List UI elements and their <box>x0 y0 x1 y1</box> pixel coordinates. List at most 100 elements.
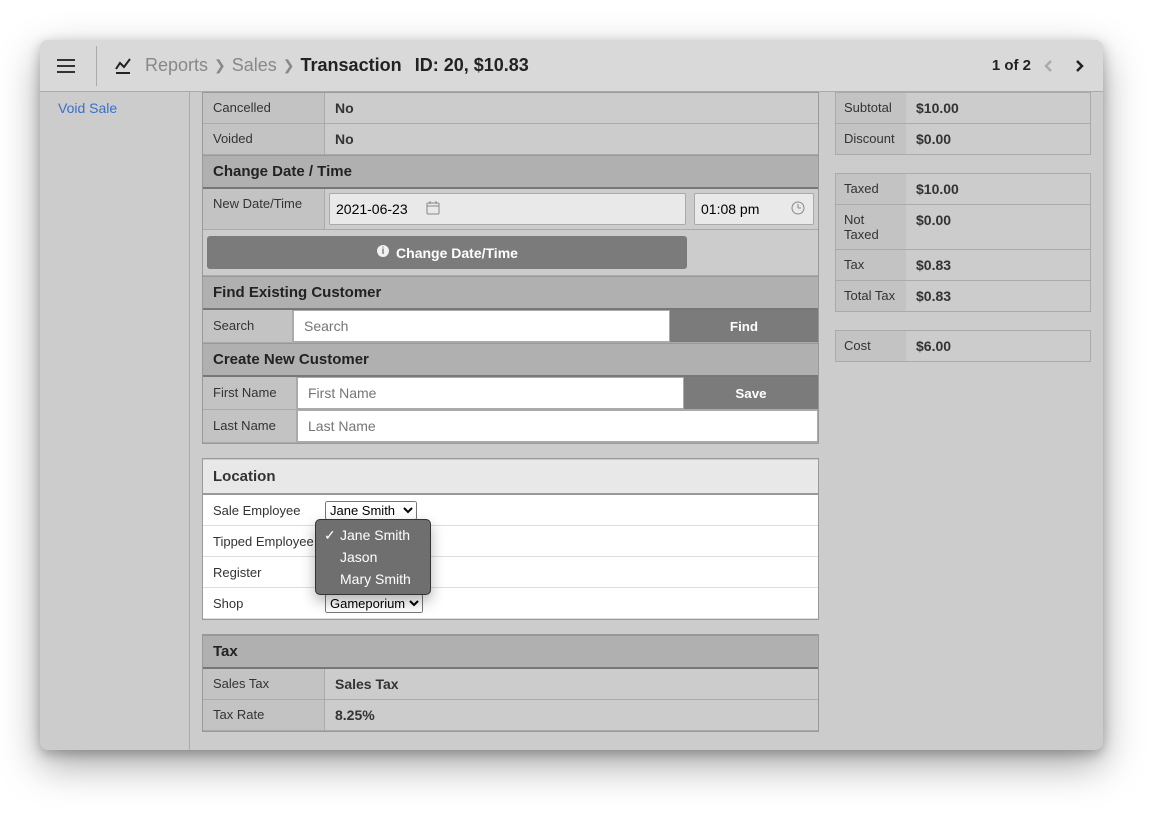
chevron-right-icon: ❯ <box>214 57 226 74</box>
search-input[interactable] <box>293 310 670 342</box>
discount-value: $0.00 <box>906 124 1090 154</box>
tax-rate-value: 8.25% <box>325 700 818 730</box>
main-left-column: Cancelled No Voided No Change Date / Tim… <box>202 92 819 738</box>
last-name-input[interactable] <box>297 410 818 442</box>
tipped-employee-row: Tipped Employee <box>203 526 818 557</box>
new-datetime-label: New Date/Time <box>203 189 325 229</box>
app-window: Reports ❯ Sales ❯ Transaction⠀ID: 20, $1… <box>40 40 1103 750</box>
not-taxed-row: Not Taxed $0.00 <box>836 205 1090 250</box>
shop-select[interactable]: Gameporium <box>325 594 423 613</box>
sales-tax-value: Sales Tax <box>325 669 818 699</box>
search-label: Search <box>203 310 293 342</box>
app-body: Void Sale Cancelled No Voided No Change … <box>40 92 1103 750</box>
first-name-input[interactable] <box>297 377 684 409</box>
pager-text: 1 of 2 <box>992 57 1031 74</box>
reports-icon <box>113 56 133 76</box>
search-row: Search Find <box>203 310 818 343</box>
status-panel: Cancelled No Voided No Change Date / Tim… <box>202 92 819 444</box>
tax-row: Tax $0.83 <box>836 250 1090 281</box>
sale-employee-row: Sale Employee Jane Smith <box>203 495 818 526</box>
register-row: Register <box>203 557 818 588</box>
not-taxed-label: Not Taxed <box>836 205 906 249</box>
subtotal-row: Subtotal $10.00 <box>836 93 1090 124</box>
tax-rate-label: Tax Rate <box>203 700 325 730</box>
tipped-employee-label: Tipped Employee <box>203 534 325 549</box>
tax-label: Tax <box>836 250 906 280</box>
summary-group-3: Cost $6.00 <box>835 330 1091 362</box>
change-datetime-button[interactable]: i Change Date/Time <box>207 236 687 269</box>
total-tax-label: Total Tax <box>836 281 906 311</box>
cancelled-row: Cancelled No <box>203 93 818 124</box>
cancelled-label: Cancelled <box>203 93 325 123</box>
sales-tax-row: Sales Tax Sales Tax <box>203 669 818 700</box>
subtotal-value: $10.00 <box>906 93 1090 123</box>
main-content: Cancelled No Voided No Change Date / Tim… <box>190 92 1103 750</box>
tax-header: Tax <box>203 635 818 669</box>
find-customer-header: Find Existing Customer <box>203 276 818 310</box>
create-customer-header: Create New Customer <box>203 343 818 377</box>
sales-tax-label: Sales Tax <box>203 669 325 699</box>
menu-button[interactable] <box>52 52 80 80</box>
save-customer-button[interactable]: Save <box>684 377 818 409</box>
header-divider <box>96 46 97 86</box>
dropdown-option[interactable]: Jane Smith <box>316 524 430 546</box>
not-taxed-value: $0.00 <box>906 205 1090 249</box>
find-button[interactable]: Find <box>670 310 818 342</box>
last-name-label: Last Name <box>203 410 297 442</box>
time-input-wrapper <box>694 193 814 225</box>
summary-sidebar: Subtotal $10.00 Discount $0.00 Taxed $10… <box>835 92 1091 738</box>
new-datetime-row: New Date/Time <box>203 189 818 230</box>
taxed-value: $10.00 <box>906 174 1090 204</box>
tax-panel: Tax Sales Tax Sales Tax Tax Rate 8.25% <box>202 634 819 732</box>
voided-row: Voided No <box>203 124 818 155</box>
first-name-row: First Name Save <box>203 377 818 410</box>
change-datetime-button-label: Change Date/Time <box>396 245 518 261</box>
cost-value: $6.00 <box>906 331 1090 361</box>
date-input[interactable] <box>330 201 418 217</box>
cost-row: Cost $6.00 <box>836 331 1090 361</box>
dropdown-option[interactable]: Jason <box>316 546 430 568</box>
time-input[interactable] <box>695 201 783 217</box>
tax-rate-row: Tax Rate 8.25% <box>203 700 818 731</box>
breadcrumb-sales[interactable]: Sales <box>232 55 277 76</box>
calendar-icon[interactable] <box>418 201 448 218</box>
date-input-wrapper <box>329 193 686 225</box>
app-header: Reports ❯ Sales ❯ Transaction⠀ID: 20, $1… <box>40 40 1103 92</box>
pager-next-button[interactable] <box>1067 54 1091 78</box>
voided-label: Voided <box>203 124 325 154</box>
change-datetime-header: Change Date / Time <box>203 155 818 189</box>
change-datetime-btn-row: i Change Date/Time <box>203 230 818 276</box>
clock-icon[interactable] <box>783 201 813 218</box>
breadcrumb-current: Transaction⠀ID: 20, $10.83 <box>301 55 529 76</box>
summary-group-1: Subtotal $10.00 Discount $0.00 <box>835 92 1091 155</box>
register-label: Register <box>203 565 325 580</box>
summary-group-2: Taxed $10.00 Not Taxed $0.00 Tax $0.83 T… <box>835 173 1091 312</box>
void-sale-link[interactable]: Void Sale <box>58 100 171 116</box>
tax-value: $0.83 <box>906 250 1090 280</box>
discount-label: Discount <box>836 124 906 154</box>
employee-dropdown-menu[interactable]: Jane Smith Jason Mary Smith <box>315 519 431 595</box>
breadcrumb: Reports ❯ Sales ❯ Transaction⠀ID: 20, $1… <box>145 55 980 76</box>
sale-employee-select[interactable]: Jane Smith <box>325 501 417 520</box>
location-panel: Location Sale Employee Jane Smith Tipped… <box>202 458 819 620</box>
location-header: Location <box>203 459 818 495</box>
total-tax-value: $0.83 <box>906 281 1090 311</box>
info-icon: i <box>376 244 390 261</box>
last-name-row: Last Name <box>203 410 818 443</box>
breadcrumb-reports[interactable]: Reports <box>145 55 208 76</box>
pager-prev-button[interactable] <box>1037 54 1061 78</box>
total-tax-row: Total Tax $0.83 <box>836 281 1090 311</box>
discount-row: Discount $0.00 <box>836 124 1090 154</box>
svg-text:i: i <box>382 246 385 257</box>
cancelled-value: No <box>325 93 818 123</box>
sidebar: Void Sale <box>40 92 190 750</box>
cost-label: Cost <box>836 331 906 361</box>
voided-value: No <box>325 124 818 154</box>
dropdown-option[interactable]: Mary Smith <box>316 568 430 590</box>
shop-label: Shop <box>203 596 325 611</box>
first-name-label: First Name <box>203 377 297 409</box>
pager: 1 of 2 <box>992 54 1091 78</box>
chevron-right-icon: ❯ <box>283 57 295 74</box>
shop-row: Shop Gameporium <box>203 588 818 619</box>
sale-employee-label: Sale Employee <box>203 503 325 518</box>
